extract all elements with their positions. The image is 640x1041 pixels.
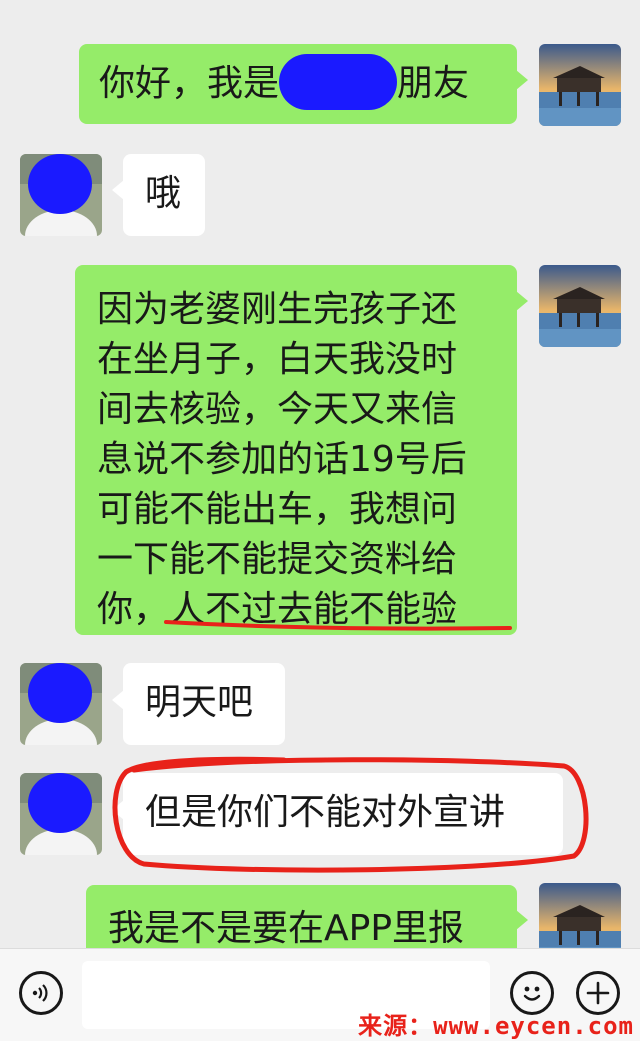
message-bubble-outgoing[interactable]: 因为老婆刚生完孩子还 在坐月子，白天我没时 间去核验，今天又来信 息说不参加的话… [75,265,517,635]
contact-avatar[interactable] [20,663,102,745]
message-line: 息说不参加的话19号后 [97,439,467,480]
message-line: 间去核验，今天又来信 [97,389,458,430]
message-text: 你好，我是 [99,63,280,104]
message-bubble-outgoing[interactable]: 你好，我是 朋友 [79,44,517,124]
message-text: 哦 [145,173,182,214]
message-line: 在坐月子，白天我没时 [97,339,458,380]
source-watermark: 来源：www.eycen.com [358,1012,634,1040]
message-text: 我是不是要在APP里报 [108,908,465,948]
message-line: 可能不能出车，我想问 [97,489,458,530]
message-line: 一下能不能提交资料给 [97,539,458,580]
message-bubble-incoming[interactable]: 明天吧 [123,663,285,745]
message-text: 朋友 [397,63,470,104]
message-text: 明天吧 [145,682,254,723]
contact-avatar[interactable] [20,773,102,855]
message-text: 你， [97,589,170,630]
redaction-mark [279,54,398,110]
chat-area[interactable]: 你好，我是 朋友 哦 因为老婆刚生完孩子还 在坐月子，白天我没时 间去核验，今天又… [0,0,640,948]
message-line: 因为老婆刚生完孩子还 [97,289,458,330]
red-circle-annotation [112,756,589,873]
message-bubble-incoming[interactable]: 哦 [123,154,205,236]
red-underline-annotation [164,620,512,631]
my-avatar[interactable] [539,265,621,347]
contact-avatar[interactable] [20,154,102,236]
my-avatar[interactable] [539,44,621,126]
voice-icon[interactable] [19,971,63,1015]
message-bubble-outgoing[interactable]: 我是不是要在APP里报 [86,885,517,948]
my-avatar[interactable] [539,883,621,948]
